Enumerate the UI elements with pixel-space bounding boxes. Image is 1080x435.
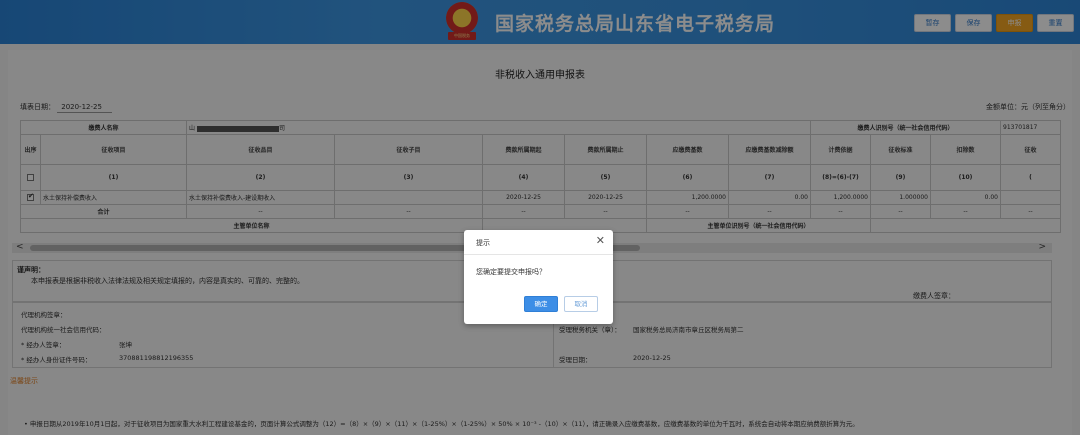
dialog-message: 您确定要提交申报吗？ — [476, 268, 546, 276]
confirm-dialog: 提示 ✕ 您确定要提交申报吗？ 确定 取消 — [464, 230, 613, 324]
modal-overlay[interactable] — [0, 0, 1080, 435]
close-icon[interactable]: ✕ — [596, 234, 605, 247]
dialog-title: 提示 — [476, 239, 490, 247]
confirm-button[interactable]: 确定 — [524, 296, 558, 312]
cancel-button[interactable]: 取消 — [564, 296, 598, 312]
dialog-divider — [464, 254, 613, 255]
